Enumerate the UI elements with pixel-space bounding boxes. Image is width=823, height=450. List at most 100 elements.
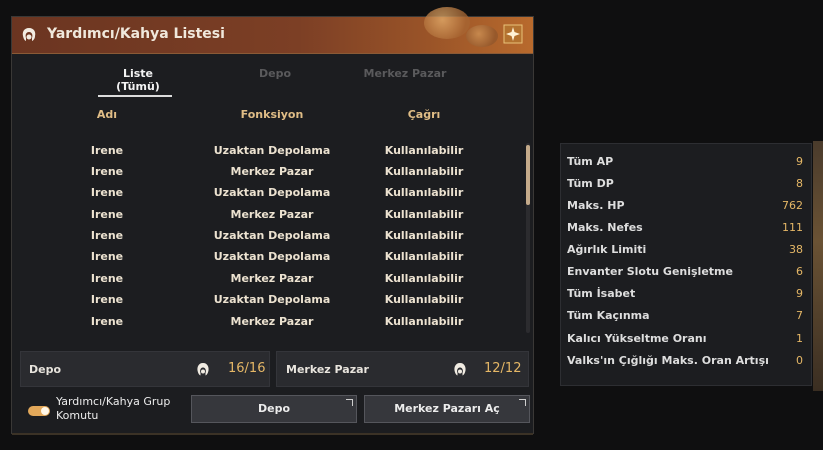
table-row[interactable]: Irene Merkez Pazar Kullanılabilir [12,312,533,333]
row-function: Uzaktan Depolama [213,229,331,242]
background-edge [813,141,823,391]
row-call-status: Kullanılabilir [384,186,464,199]
depo-button[interactable]: Depo [191,395,357,423]
table-row[interactable]: Irene Merkez Pazar Kullanılabilir [12,162,533,183]
window-bottom-edge [12,433,533,435]
stat-row: Tüm AP 9 [561,151,811,173]
row-function: Merkez Pazar [230,315,314,328]
title-decoration [424,7,470,39]
depo-capacity-label: Depo [29,363,62,376]
stat-label: Maks. HP [567,199,625,212]
stat-label: Maks. Nefes [567,221,643,234]
tab-depo[interactable]: Depo [246,67,304,80]
group-command-toggle[interactable] [28,406,50,416]
expand-corner-icon [346,399,353,406]
open-market-button-label: Merkez Pazarı Aç [394,402,500,415]
stat-row: Valks'ın Çığlığı Maks. Oran Artışı 0 [561,350,811,372]
row-call-status: Kullanılabilir [384,272,464,285]
stat-value: 38 [789,243,803,256]
column-header-call: Çağrı [407,108,441,121]
column-header-name: Adı [96,108,118,121]
stat-label: Envanter Slotu Genişletme [567,265,733,278]
row-name: Irene [90,144,124,157]
stat-value: 9 [796,155,803,168]
window-title: Yardımcı/Kahya Listesi [47,26,225,42]
stat-row: Maks. Nefes 111 [561,217,811,239]
row-call-status: Kullanılabilir [384,315,464,328]
row-function: Uzaktan Depolama [213,186,331,199]
stat-label: Tüm DP [567,177,614,190]
row-function: Uzaktan Depolama [213,293,331,306]
table-row[interactable]: Irene Uzaktan Depolama Kullanılabilir [12,226,533,247]
stat-row: Tüm Kaçınma 7 [561,305,811,327]
table-row[interactable]: Irene Uzaktan Depolama Kullanılabilir [12,183,533,204]
active-tab-indicator [98,95,172,97]
row-name: Irene [90,165,124,178]
row-name: Irene [90,250,124,263]
servant-head-icon [22,28,36,41]
servant-head-icon [197,363,209,376]
row-function: Merkez Pazar [230,208,314,221]
table-row[interactable]: Irene Uzaktan Depolama Kullanılabilir [12,290,533,311]
stat-value: 7 [796,309,803,322]
stat-value: 1 [796,332,803,345]
stat-value: 0 [796,354,803,367]
table-row[interactable]: Irene Uzaktan Depolama Kullanılabilir [12,141,533,162]
open-market-button[interactable]: Merkez Pazarı Aç [364,395,530,423]
stat-value: 762 [782,199,803,212]
row-call-status: Kullanılabilir [384,250,464,263]
depo-capacity-count: 16/16 [228,361,266,376]
column-header-function: Fonksiyon [240,108,304,121]
row-name: Irene [90,293,124,306]
stat-value: 6 [796,265,803,278]
stat-row: Envanter Slotu Genişletme 6 [561,261,811,283]
row-function: Merkez Pazar [230,165,314,178]
stat-value: 111 [782,221,803,234]
row-name: Irene [90,186,124,199]
row-call-status: Kullanılabilir [384,293,464,306]
row-call-status: Kullanılabilir [384,229,464,242]
table-row[interactable]: Irene Merkez Pazar Kullanılabilir [12,269,533,290]
stat-row: Tüm DP 8 [561,173,811,195]
title-decoration [466,25,498,47]
stat-row: Kalıcı Yükseltme Oranı 1 [561,328,811,350]
title-bar[interactable]: Yardımcı/Kahya Listesi [12,7,533,54]
row-function: Uzaktan Depolama [213,250,331,263]
tab-market[interactable]: Merkez Pazar [358,67,452,80]
stat-label: Tüm İsabet [567,287,636,300]
group-command-label: Yardımcı/Kahya Grup Komutu [56,395,171,422]
stat-label: Ağırlık Limiti [567,243,647,256]
servant-head-icon [454,363,466,376]
stats-panel: Tüm AP 9 Tüm DP 8 Maks. HP 762 Maks. Nef… [560,143,812,386]
table-row[interactable]: Irene Uzaktan Depolama Kullanılabilir [12,247,533,268]
row-function: Merkez Pazar [230,272,314,285]
stat-row: Ağırlık Limiti 38 [561,239,811,261]
table-row[interactable]: Irene Merkez Pazar Kullanılabilir [12,205,533,226]
depo-button-label: Depo [257,402,291,415]
stat-label: Tüm AP [567,155,614,168]
scrollbar-thumb[interactable] [526,145,530,205]
row-call-status: Kullanılabilir [384,165,464,178]
row-name: Irene [90,272,124,285]
stat-row: Tüm İsabet 9 [561,283,811,305]
market-capacity-box: Merkez Pazar 12/12 [276,351,529,387]
stat-label: Kalıcı Yükseltme Oranı [567,332,707,345]
toggle-knob [41,407,49,415]
golden-emblem-icon[interactable] [503,24,523,44]
market-capacity-label: Merkez Pazar [286,363,369,376]
stat-value: 8 [796,177,803,190]
row-call-status: Kullanılabilir [384,208,464,221]
stat-value: 9 [796,287,803,300]
stat-label: Tüm Kaçınma [567,309,650,322]
row-name: Irene [90,315,124,328]
depo-capacity-box: Depo 16/16 [20,351,270,387]
expand-corner-icon [519,399,526,406]
row-name: Irene [90,229,124,242]
row-function: Uzaktan Depolama [213,144,331,157]
row-call-status: Kullanılabilir [384,144,464,157]
tab-list-all[interactable]: Liste (Tümü) [104,67,172,93]
servant-list-window: Yardımcı/Kahya Listesi Liste (Tümü) Depo… [11,7,534,435]
stat-label: Valks'ın Çığlığı Maks. Oran Artışı [567,354,769,367]
market-capacity-count: 12/12 [484,361,522,376]
row-name: Irene [90,208,124,221]
